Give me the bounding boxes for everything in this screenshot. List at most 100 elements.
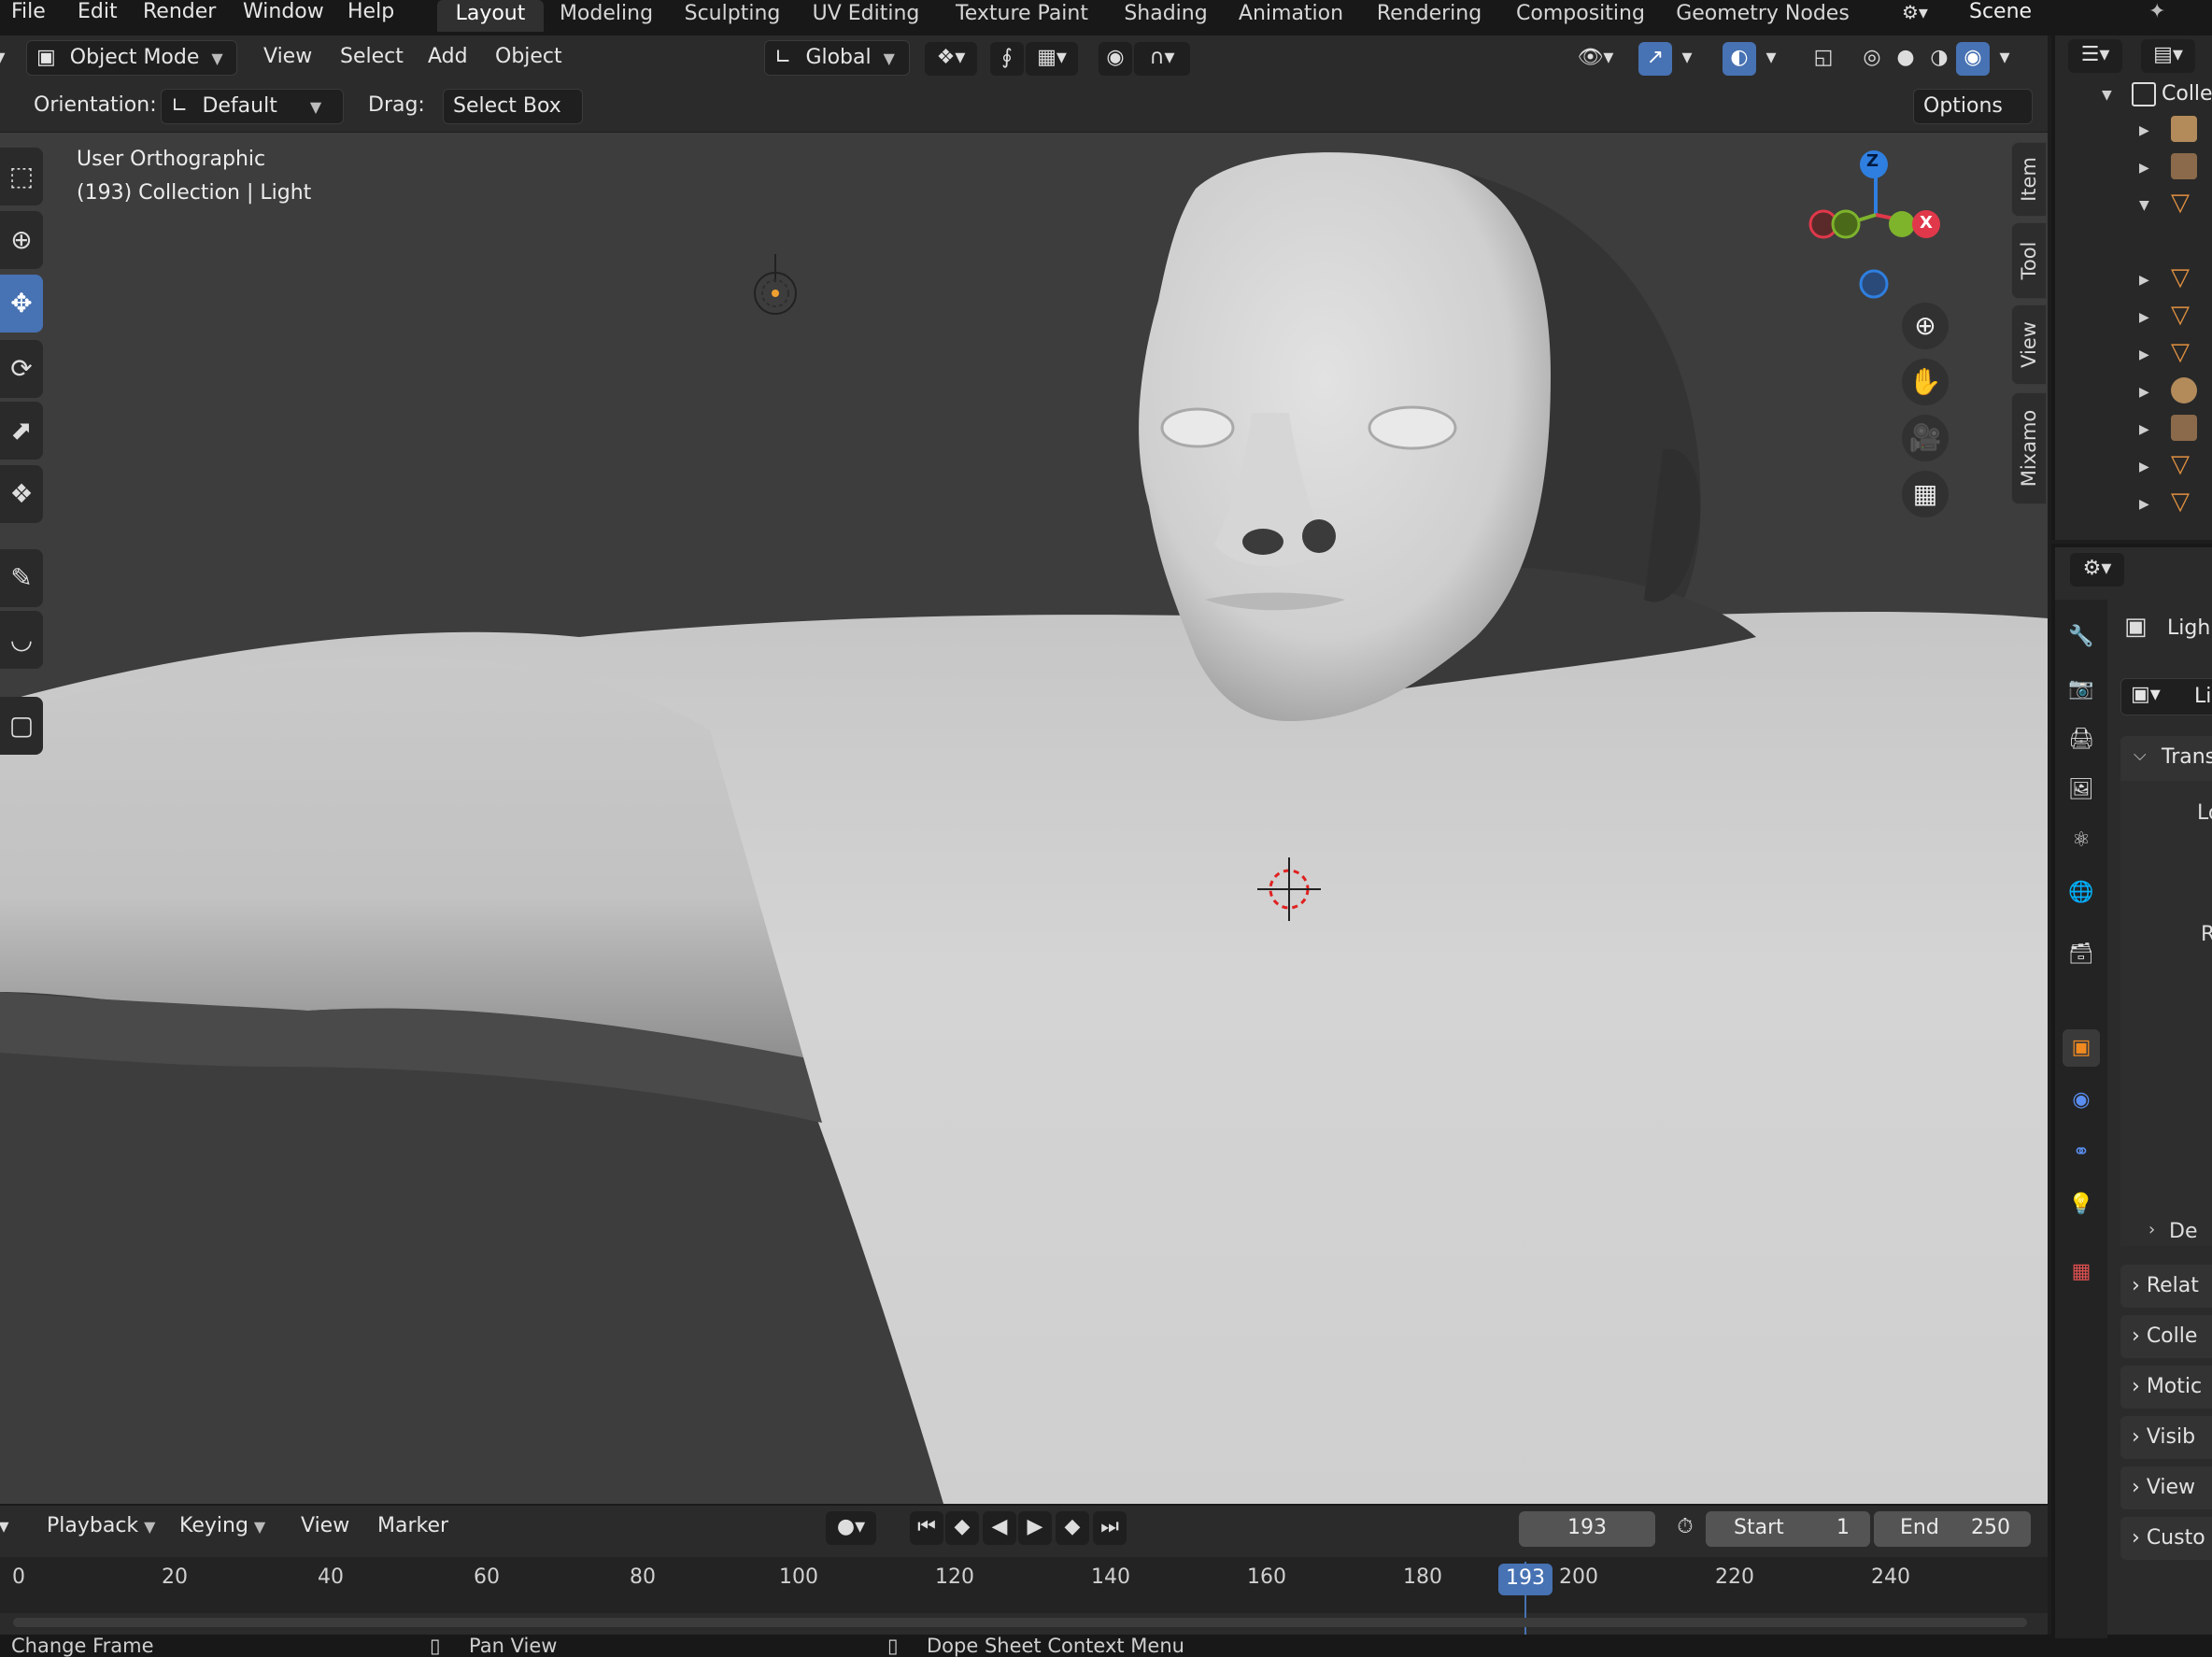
- playhead[interactable]: 193: [1498, 1564, 1553, 1595]
- add-cube-tool-icon[interactable]: ▢: [0, 697, 43, 755]
- collection-name[interactable]: Colle: [2162, 82, 2212, 106]
- tab-rendering[interactable]: Rendering: [1364, 0, 1495, 32]
- scene-name[interactable]: Scene: [1969, 0, 2032, 24]
- measure-tool-icon[interactable]: ◡: [0, 611, 43, 669]
- play-icon[interactable]: ▶: [1018, 1511, 1052, 1545]
- visibility-selector-icon[interactable]: 👁▾: [1567, 42, 1624, 76]
- display-mode-icon[interactable]: ▤▾: [2141, 39, 2195, 73]
- cursor-tool-icon[interactable]: ⊕: [0, 211, 43, 269]
- collapse-triangle-icon[interactable]: ▼: [2139, 198, 2149, 213]
- tool-properties-icon[interactable]: 🔧: [2063, 618, 2100, 656]
- collections-panel[interactable]: › Colle: [2120, 1315, 2212, 1358]
- gizmo-dropdown-icon[interactable]: ▾: [1674, 42, 1700, 76]
- expand-triangle-icon[interactable]: ▶: [2139, 310, 2149, 325]
- options-dropdown[interactable]: Options ▼: [1913, 89, 2033, 149]
- stopwatch-icon[interactable]: ⏱: [1668, 1511, 1702, 1545]
- zoom-icon[interactable]: ⊕: [1902, 303, 1949, 349]
- n-tab-view[interactable]: View: [2011, 304, 2047, 385]
- jump-end-icon[interactable]: ⏭: [1093, 1511, 1127, 1545]
- shading-dropdown-icon[interactable]: ▾: [1992, 42, 2018, 76]
- rotate-tool-icon[interactable]: ⟳: [0, 340, 43, 398]
- expand-triangle-icon[interactable]: ▶: [2139, 422, 2149, 437]
- orientation-dropdown[interactable]: ∟ Default ▼: [161, 89, 344, 124]
- editor-type-icon[interactable]: ▾: [0, 1511, 21, 1545]
- transform-tool-icon[interactable]: ❖: [0, 465, 43, 523]
- overlays-toggle-icon[interactable]: ◐: [1723, 42, 1756, 76]
- expand-triangle-icon[interactable]: ▶: [2139, 460, 2149, 474]
- axis-x-label[interactable]: X: [1920, 213, 1933, 233]
- menu-select[interactable]: Select: [331, 40, 413, 76]
- expand-triangle-icon[interactable]: ▶: [2139, 123, 2149, 138]
- expand-triangle-icon[interactable]: ▶: [2139, 161, 2149, 176]
- timeline-scrollbar[interactable]: [13, 1618, 2027, 1627]
- output-properties-icon[interactable]: 🖨: [2063, 721, 2100, 758]
- menu-edit[interactable]: Edit: [78, 0, 118, 28]
- object-properties-icon[interactable]: ▣: [2063, 1029, 2100, 1067]
- menu-window[interactable]: Window: [243, 0, 324, 28]
- delta-transform-label[interactable]: De: [2169, 1220, 2197, 1243]
- n-tab-item[interactable]: Item: [2011, 142, 2047, 217]
- menu-render[interactable]: Render: [143, 0, 216, 28]
- menu-view[interactable]: View: [254, 40, 321, 76]
- expand-triangle-icon[interactable]: ▶: [2139, 497, 2149, 512]
- transform-orientation-selector[interactable]: ∟ Global ▼: [764, 40, 910, 76]
- tab-texture-paint[interactable]: Texture Paint: [943, 0, 1100, 32]
- motion-paths-panel[interactable]: › Motic: [2120, 1366, 2212, 1409]
- pan-hand-icon[interactable]: ✋: [1902, 359, 1949, 405]
- select-box-tool-icon[interactable]: ⬚: [0, 148, 43, 205]
- overlays-dropdown-icon[interactable]: ▾: [1758, 42, 1784, 76]
- expand-triangle-icon[interactable]: ▶: [2139, 347, 2149, 362]
- keying-menu[interactable]: Keying ▼: [170, 1509, 275, 1545]
- tab-animation[interactable]: Animation: [1231, 0, 1351, 32]
- drag-dropdown[interactable]: Select Box ▼: [443, 89, 583, 149]
- texture-properties-icon[interactable]: ▦: [2063, 1253, 2100, 1291]
- n-tab-tool[interactable]: Tool: [2011, 222, 2047, 299]
- end-frame-field[interactable]: End 250: [1874, 1511, 2031, 1547]
- move-tool-icon[interactable]: ✥: [0, 275, 43, 333]
- falloff-icon[interactable]: ∩▾: [1134, 42, 1190, 76]
- constraint-properties-icon[interactable]: ⚭: [2063, 1134, 2100, 1171]
- collection-properties-icon[interactable]: 🗃: [2063, 936, 2100, 973]
- properties-editor-type-icon[interactable]: ⚙▾: [2070, 553, 2124, 587]
- editor-type-icon[interactable]: ▾: [0, 42, 17, 76]
- tab-geometry-nodes[interactable]: Geometry Nodes: [1668, 0, 1857, 32]
- menu-help[interactable]: Help: [347, 0, 394, 28]
- visibility-panel[interactable]: › Visib: [2120, 1416, 2212, 1459]
- mode-selector[interactable]: ▣ Object Mode ▼: [26, 40, 237, 76]
- scene-properties-icon[interactable]: ⚛: [2063, 822, 2100, 859]
- relations-panel[interactable]: › Relat: [2120, 1265, 2212, 1308]
- marker-menu[interactable]: Marker: [368, 1509, 458, 1545]
- wireframe-shading-icon[interactable]: ◎: [1855, 42, 1889, 76]
- start-frame-field[interactable]: Start 1: [1706, 1511, 1870, 1547]
- object-data-selector[interactable]: ▣▾ Li: [2120, 678, 2212, 715]
- pivot-point-icon[interactable]: ❖▾: [925, 42, 977, 76]
- render-properties-icon[interactable]: 📷: [2063, 671, 2100, 708]
- current-frame-field[interactable]: 193: [1519, 1511, 1655, 1547]
- menu-file[interactable]: File: [11, 0, 46, 28]
- world-properties-icon[interactable]: 🌐: [2063, 874, 2100, 912]
- tab-sculpting[interactable]: Sculpting: [673, 0, 792, 32]
- object-name[interactable]: Ligh: [2167, 616, 2210, 640]
- transform-panel-header[interactable]: ⌵ Trans: [2120, 736, 2212, 781]
- jump-start-icon[interactable]: ⏮: [910, 1511, 943, 1545]
- 3d-viewport[interactable]: Z X User Orthographic (193) Collection |…: [0, 133, 2048, 1504]
- expand-triangle-icon[interactable]: ▶: [2139, 273, 2149, 288]
- auto-keying-icon[interactable]: ●▾: [826, 1511, 876, 1545]
- light-data-properties-icon[interactable]: 💡: [2063, 1186, 2100, 1224]
- gizmo-toggle-icon[interactable]: ↗: [1638, 42, 1672, 76]
- prev-keyframe-icon[interactable]: ◆: [945, 1511, 979, 1545]
- proportional-edit-icon[interactable]: ◉: [1099, 42, 1132, 76]
- outliner-editor-type-icon[interactable]: ☰▾: [2068, 39, 2122, 73]
- tab-shading[interactable]: Shading: [1113, 0, 1218, 32]
- scale-tool-icon[interactable]: ⬈: [0, 402, 43, 460]
- expand-triangle-icon[interactable]: ▶: [2139, 385, 2149, 400]
- tab-uv-editing[interactable]: UV Editing: [805, 0, 927, 32]
- view-layer-properties-icon[interactable]: 🖼: [2063, 772, 2100, 809]
- axis-z-label[interactable]: Z: [1866, 151, 1879, 171]
- timeline-view-menu[interactable]: View: [291, 1509, 359, 1545]
- tab-modeling[interactable]: Modeling: [553, 0, 659, 32]
- menu-object[interactable]: Object: [486, 40, 572, 76]
- physics-properties-icon[interactable]: ◉: [2063, 1082, 2100, 1119]
- play-reverse-icon[interactable]: ◀: [983, 1511, 1016, 1545]
- scene-selector-icon[interactable]: ⚙▾: [1902, 0, 1949, 28]
